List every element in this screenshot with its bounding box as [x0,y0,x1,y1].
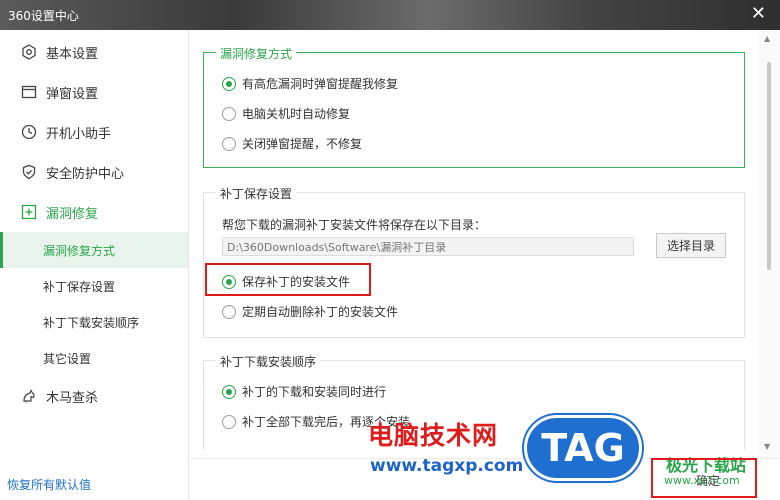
sidebar-item-label: 开机小助手 [46,126,112,142]
radio-unchecked-icon [222,304,236,319]
radio-auto-delete-patch[interactable]: 定期自动删除补丁的安装文件 [222,303,398,320]
choose-directory-button[interactable]: 选择目录 [656,233,726,258]
close-icon[interactable]: ✕ [751,4,766,24]
radio-unchecked-icon [222,106,236,121]
sidebar: 基本设置 弹窗设置 开机小助手 安全防护中心 漏洞修复 漏洞修复方式 补丁保存设… [0,30,189,500]
radio-repair-shutdown[interactable]: 电脑关机时自动修复 [222,105,350,122]
sidebar-item-basic-settings[interactable]: 基本设置 [0,34,188,70]
patch-path-field[interactable] [222,237,634,256]
sidebar-item-trojan-scan[interactable]: 木马查杀 [0,378,188,414]
radio-label: 补丁的下载和安装同时进行 [242,385,387,399]
group-title-install-order: 补丁下载安装顺序 [216,353,321,370]
sidebar-subitem-install-order[interactable]: 补丁下载安装顺序 [0,304,188,340]
group-title-repair-method: 漏洞修复方式 [216,45,297,62]
sidebar-item-startup-assistant[interactable]: 开机小助手 [0,114,188,150]
watermark-url: www.tagxp.com [370,456,524,476]
sidebar-subitem-other-settings[interactable]: 其它设置 [0,340,188,376]
clock-icon [20,123,38,141]
restore-defaults-link[interactable]: 恢复所有默认值 [7,476,91,493]
sidebar-item-security-center[interactable]: 安全防护中心 [0,154,188,190]
group-title-patch-save: 补丁保存设置 [216,185,297,202]
radio-label: 电脑关机时自动修复 [242,107,351,121]
sidebar-item-popup-settings[interactable]: 弹窗设置 [0,74,188,110]
radio-download-install-simultaneous[interactable]: 补丁的下载和安装同时进行 [222,383,386,400]
radio-download-then-install[interactable]: 补丁全部下载完后，再逐个安装 [222,413,410,430]
horse-icon [20,387,38,405]
shield-icon [20,163,38,181]
radio-checked-icon [222,384,236,399]
radio-repair-popup[interactable]: 有高危漏洞时弹窗提醒我修复 [222,75,398,92]
radio-label: 补丁全部下载完后，再逐个安装 [242,415,411,429]
highlight-box [205,263,371,296]
radio-checked-icon [222,76,236,91]
radio-repair-off[interactable]: 关闭弹窗提醒，不修复 [222,135,362,152]
radio-label: 定期自动删除补丁的安装文件 [242,305,399,319]
sidebar-item-label: 安全防护中心 [46,166,125,182]
scroll-thumb[interactable] [767,62,771,270]
sidebar-item-label: 漏洞修复 [46,206,99,222]
window-icon [20,83,38,101]
radio-unchecked-icon [222,136,236,151]
ok-highlight-box [651,458,757,498]
sidebar-item-label: 弹窗设置 [46,86,99,102]
radio-label: 关闭弹窗提醒，不修复 [242,137,363,151]
sidebar-subitem-repair-method[interactable]: 漏洞修复方式 [0,232,188,268]
sidebar-item-label: 基本设置 [46,46,99,62]
sidebar-subitem-patch-save[interactable]: 补丁保存设置 [0,268,188,304]
title-bar: 360设置中心 ✕ [0,0,780,30]
settings-content: 漏洞修复方式 有高危漏洞时弹窗提醒我修复 电脑关机时自动修复 关闭弹窗提醒，不修… [190,30,756,450]
plus-box-icon [20,203,38,221]
radio-unchecked-icon [222,414,236,429]
scroll-up-icon[interactable]: ▲ [764,34,770,43]
patch-save-description: 帮您下载的漏洞补丁安装文件将保存在以下目录： [222,218,487,232]
radio-label: 有高危漏洞时弹窗提醒我修复 [242,77,399,91]
window-title: 360设置中心 [8,9,79,23]
sidebar-item-vulnerability-repair[interactable]: 漏洞修复 [0,194,188,230]
scroll-down-icon[interactable]: ▼ [764,442,770,451]
content-scrollbar[interactable]: ▲ ▼ [758,30,780,458]
sidebar-item-label: 木马查杀 [46,390,99,406]
install-order-group: 补丁下载安装顺序 [203,353,745,450]
settings-hex-icon [20,43,38,61]
